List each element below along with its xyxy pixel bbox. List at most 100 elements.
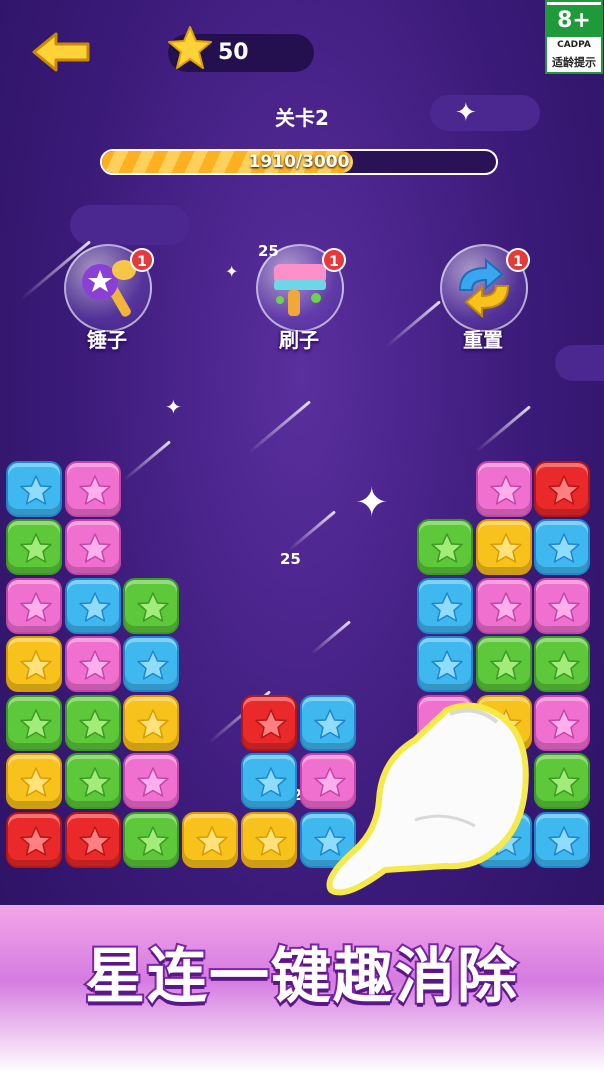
star-icon bbox=[489, 825, 522, 856]
sparkle-icon: ✦ bbox=[355, 480, 389, 526]
star-icon bbox=[548, 767, 581, 797]
block-yellow[interactable] bbox=[182, 811, 239, 868]
block-green[interactable] bbox=[534, 636, 591, 692]
star-icon bbox=[20, 650, 52, 680]
block-blue[interactable] bbox=[240, 753, 297, 809]
block-blue[interactable] bbox=[475, 811, 532, 868]
age-rating-badge: 8+ CADPA 适龄提示 bbox=[545, 0, 603, 74]
star-icon bbox=[548, 591, 581, 622]
block-pink[interactable] bbox=[475, 577, 532, 634]
star-icon bbox=[431, 533, 463, 563]
tool-count-badge: 1 bbox=[506, 248, 530, 272]
tool-count-badge: 1 bbox=[130, 248, 154, 272]
block-pink[interactable] bbox=[534, 577, 591, 634]
block-yellow[interactable] bbox=[475, 519, 532, 575]
block-blue[interactable] bbox=[64, 577, 121, 634]
game-stage: ✦ ✦ ✦ ✦ 50 8+ CADPA 适龄提示 关卡2 1910/3000 1… bbox=[0, 0, 604, 1073]
star-icon bbox=[548, 533, 581, 563]
tool-label: 刷子 bbox=[279, 328, 319, 352]
block-pink[interactable] bbox=[299, 753, 356, 809]
block-pink[interactable] bbox=[123, 753, 180, 809]
star-icon bbox=[78, 708, 111, 739]
star-icon bbox=[313, 825, 346, 856]
star-icon bbox=[137, 591, 170, 622]
block-blue[interactable] bbox=[6, 460, 62, 517]
tool-hammer[interactable]: 1 锤子 bbox=[64, 244, 154, 354]
block-green[interactable] bbox=[6, 519, 62, 575]
block-red[interactable] bbox=[534, 460, 591, 517]
block-green[interactable] bbox=[64, 694, 121, 751]
tool-count-badge: 1 bbox=[322, 248, 346, 272]
score-progress-bar: 1910/3000 bbox=[100, 149, 498, 175]
star-icon bbox=[313, 767, 346, 797]
star-icon bbox=[78, 533, 111, 563]
block-blue[interactable] bbox=[416, 577, 473, 634]
star-icon bbox=[137, 825, 170, 856]
block-green[interactable] bbox=[123, 811, 180, 868]
block-yellow[interactable] bbox=[6, 636, 62, 692]
block-pink[interactable] bbox=[64, 519, 121, 575]
block-blue[interactable] bbox=[123, 636, 180, 692]
shooting-star-streak bbox=[288, 510, 336, 552]
shooting-star-streak bbox=[385, 300, 441, 348]
tool-label: 锤子 bbox=[87, 328, 127, 352]
star-icon bbox=[137, 767, 170, 797]
block-yellow[interactable] bbox=[6, 753, 62, 809]
block-blue[interactable] bbox=[534, 811, 591, 868]
rating-tip: 适龄提示 bbox=[552, 56, 596, 69]
block-pink[interactable] bbox=[64, 460, 121, 517]
shooting-star-streak bbox=[475, 405, 531, 453]
block-yellow[interactable] bbox=[123, 694, 180, 751]
block-green[interactable] bbox=[64, 753, 121, 809]
shooting-star-streak bbox=[123, 440, 171, 482]
star-icon bbox=[137, 650, 170, 680]
back-arrow-icon bbox=[32, 32, 90, 72]
block-green[interactable] bbox=[416, 519, 473, 575]
block-blue[interactable] bbox=[299, 811, 356, 868]
star-icon bbox=[20, 825, 52, 856]
star-icon bbox=[431, 650, 463, 680]
star-icon bbox=[548, 474, 581, 505]
rating-org: CADPA bbox=[557, 40, 591, 50]
block-yellow[interactable] bbox=[475, 694, 532, 751]
block-pink[interactable] bbox=[6, 577, 62, 634]
block-red[interactable] bbox=[64, 811, 121, 868]
star-icon bbox=[20, 767, 52, 797]
block-green[interactable] bbox=[534, 753, 591, 809]
tool-label: 重置 bbox=[463, 328, 503, 352]
score-value: 50 bbox=[218, 40, 249, 65]
star-icon bbox=[20, 533, 52, 563]
star-icon bbox=[137, 708, 170, 739]
block-pink[interactable] bbox=[475, 460, 532, 517]
block-yellow[interactable] bbox=[240, 811, 297, 868]
sparkle-icon: ✦ bbox=[165, 395, 182, 419]
block-red[interactable] bbox=[6, 811, 62, 868]
cloud-decoration bbox=[70, 205, 190, 245]
block-green[interactable] bbox=[123, 577, 180, 634]
star-icon bbox=[489, 708, 522, 739]
star-icon bbox=[20, 708, 52, 739]
block-green[interactable] bbox=[475, 636, 532, 692]
score-star-icon bbox=[166, 24, 214, 72]
back-button[interactable] bbox=[30, 28, 94, 76]
star-icon bbox=[548, 708, 581, 739]
star-icon bbox=[431, 591, 463, 622]
star-icon bbox=[548, 825, 581, 856]
block-red[interactable] bbox=[240, 694, 297, 751]
level-title: 关卡2 bbox=[275, 106, 329, 130]
star-icon bbox=[489, 533, 522, 563]
star-icon bbox=[255, 767, 287, 797]
star-icon bbox=[548, 650, 581, 680]
block-pink[interactable] bbox=[534, 694, 591, 751]
block-pink[interactable] bbox=[416, 694, 473, 751]
tool-brush[interactable]: 1 刷子 bbox=[256, 244, 346, 354]
block-blue[interactable] bbox=[416, 636, 473, 692]
star-icon bbox=[431, 708, 463, 739]
block-pink[interactable] bbox=[64, 636, 121, 692]
block-blue[interactable] bbox=[534, 519, 591, 575]
block-green[interactable] bbox=[6, 694, 62, 751]
shooting-star-streak bbox=[247, 400, 311, 455]
block-blue[interactable] bbox=[299, 694, 356, 751]
sparkle-icon: ✦ bbox=[225, 262, 239, 281]
tool-reset[interactable]: 1 重置 bbox=[440, 244, 530, 354]
